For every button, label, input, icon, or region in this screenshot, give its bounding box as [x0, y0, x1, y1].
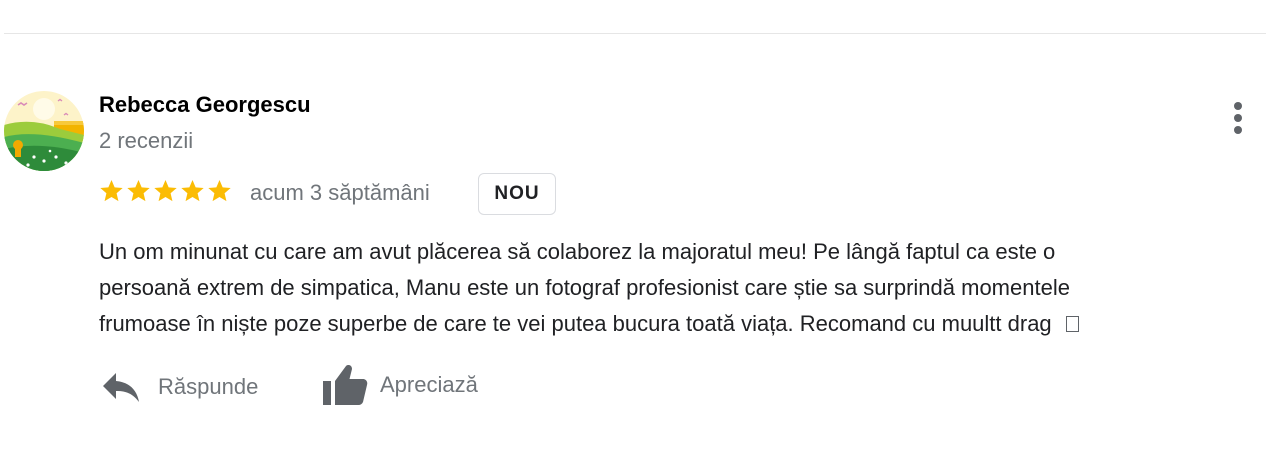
- star-icon: [179, 178, 206, 204]
- review-time: acum 3 săptămâni: [250, 180, 430, 205]
- review-text-line-content: frumoase în niște poze superbe de care t…: [99, 311, 1052, 336]
- star-rating: [98, 178, 233, 204]
- thumbs-up-icon: [323, 365, 368, 405]
- reply-label: Răspunde: [158, 374, 259, 399]
- emoji-placeholder-icon: [1065, 316, 1079, 332]
- avatar[interactable]: [4, 91, 84, 171]
- star-icon: [152, 178, 179, 204]
- review-text-line: Un om minunat cu care am avut plăcerea s…: [99, 239, 1056, 264]
- new-badge: NOU: [478, 173, 556, 215]
- more-options-button[interactable]: [1224, 100, 1252, 138]
- author-review-count: 2 recenzii: [99, 128, 194, 153]
- author-name[interactable]: Rebecca Georgescu: [99, 92, 311, 118]
- review-text-line: frumoase în niște poze superbe de care t…: [99, 306, 1259, 342]
- reply-button[interactable]: Răspunde: [102, 366, 258, 408]
- review-text-line: persoană extrem de simpatica, Manu este …: [99, 275, 1070, 300]
- like-label: Apreciază: [380, 372, 478, 397]
- reply-arrow-icon: [103, 373, 139, 402]
- more-vert-icon: [1234, 102, 1242, 134]
- review-text: Un om minunat cu care am avut plăcerea s…: [99, 234, 1259, 342]
- top-divider: [4, 33, 1266, 34]
- star-icon: [206, 178, 233, 204]
- avatar-landscape-image: [4, 91, 84, 171]
- like-button[interactable]: Apreciază: [322, 362, 478, 408]
- star-icon: [125, 178, 152, 204]
- star-icon: [98, 178, 125, 204]
